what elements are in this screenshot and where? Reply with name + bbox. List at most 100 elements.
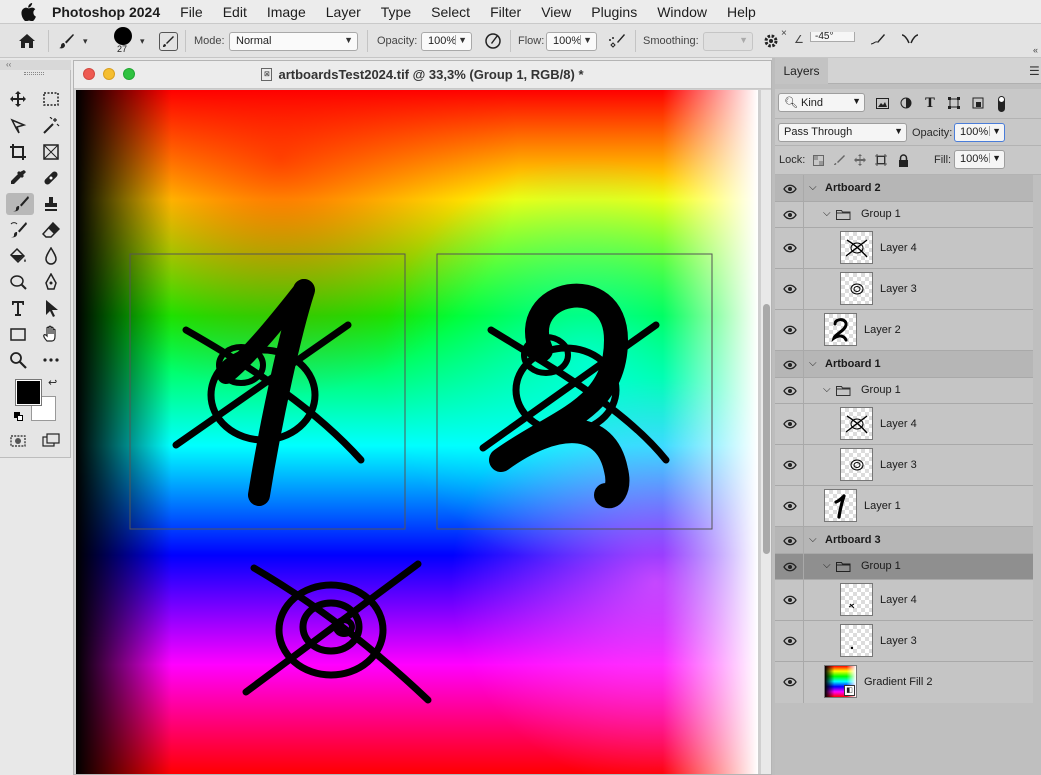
- brush-tool[interactable]: [6, 193, 34, 215]
- chevron-down-icon[interactable]: ▾: [83, 36, 88, 47]
- chevron-down-icon[interactable]: ⌵: [809, 358, 817, 369]
- visibility-eye-icon[interactable]: [783, 460, 797, 470]
- chevron-down-icon[interactable]: ⌵: [823, 208, 831, 219]
- rectangle-tool[interactable]: [6, 323, 30, 345]
- filter-type-icon[interactable]: T: [922, 95, 938, 111]
- panel-menu-icon[interactable]: ☰: [1029, 64, 1040, 78]
- layer-opacity-input[interactable]: 100% ▼: [954, 123, 1005, 142]
- symmetry-icon[interactable]: [900, 31, 920, 51]
- chevron-down-icon[interactable]: ⌵: [809, 182, 817, 193]
- layer-row[interactable]: Layer 3: [775, 445, 1033, 486]
- opacity-input[interactable]: 100% ▼: [421, 32, 472, 51]
- lock-artboard-icon[interactable]: [873, 152, 889, 168]
- angle-input[interactable]: -45°: [810, 32, 855, 42]
- close-window-button[interactable]: [83, 68, 95, 80]
- menu-type[interactable]: Type: [371, 4, 421, 20]
- layer-row[interactable]: Layer 1: [775, 486, 1033, 527]
- filter-toggle-switch[interactable]: [998, 96, 1005, 112]
- layer-row[interactable]: Layer 4: [775, 404, 1033, 445]
- gear-icon[interactable]: [761, 31, 781, 51]
- visibility-eye-icon[interactable]: [783, 595, 797, 605]
- chevron-down-icon[interactable]: ⌵: [823, 560, 831, 571]
- close-icon[interactable]: ×: [781, 28, 787, 39]
- menu-window[interactable]: Window: [647, 4, 717, 20]
- foreground-color-swatch[interactable]: [15, 379, 42, 406]
- filter-adjustment-icon[interactable]: [898, 95, 914, 111]
- app-name[interactable]: Photoshop 2024: [52, 4, 160, 20]
- dodge-tool[interactable]: [6, 271, 30, 293]
- filter-kind-select[interactable]: 🔍︎ Kind ▼: [778, 93, 865, 112]
- menu-select[interactable]: Select: [421, 4, 480, 20]
- lock-all-icon[interactable]: [895, 152, 911, 168]
- minimize-window-button[interactable]: [103, 68, 115, 80]
- eraser-tool[interactable]: [39, 219, 63, 241]
- double-chevron-icon[interactable]: «: [1033, 45, 1038, 55]
- layer-row[interactable]: Layer 4: [775, 228, 1033, 269]
- layer-row[interactable]: Layer 2: [775, 310, 1033, 351]
- layers-scrollbar[interactable]: [1033, 175, 1041, 775]
- brush-tip-icon[interactable]: [114, 27, 132, 45]
- zoom-window-button[interactable]: [123, 68, 135, 80]
- pressure-size-icon[interactable]: [868, 31, 888, 51]
- stamp-tool[interactable]: [39, 193, 63, 215]
- default-colors-icon[interactable]: [14, 412, 23, 421]
- blend-mode-select[interactable]: Pass Through ▼: [778, 123, 907, 142]
- lasso-tool[interactable]: [6, 115, 30, 137]
- scrollbar-thumb[interactable]: [763, 304, 770, 554]
- canvas[interactable]: [76, 90, 758, 774]
- history-brush-tool[interactable]: [6, 219, 30, 241]
- vertical-scrollbar[interactable]: [760, 90, 771, 774]
- swap-colors-icon[interactable]: ↩: [48, 376, 57, 389]
- tab-layers[interactable]: Layers: [775, 58, 828, 84]
- layer-row-artboard-1[interactable]: ⌵ Artboard 1: [775, 351, 1033, 378]
- chevron-down-icon[interactable]: ⌵: [809, 534, 817, 545]
- document-title-bar[interactable]: ⊠ artboardsTest2024.tif @ 33,3% (Group 1…: [74, 61, 771, 89]
- drag-handle[interactable]: [24, 72, 44, 75]
- pressure-opacity-icon[interactable]: [483, 31, 503, 51]
- filter-smart-object-icon[interactable]: [970, 95, 986, 111]
- lock-transparent-icon[interactable]: [810, 152, 826, 168]
- layer-row-gradient-fill[interactable]: ◧ Gradient Fill 2: [775, 662, 1033, 703]
- smoothing-input[interactable]: ▼: [703, 32, 753, 51]
- visibility-eye-icon[interactable]: [783, 419, 797, 429]
- visibility-eye-icon[interactable]: [783, 325, 797, 335]
- spot-healing-tool[interactable]: [39, 167, 63, 189]
- apple-icon[interactable]: [20, 2, 38, 21]
- chevron-down-icon[interactable]: ▾: [140, 36, 145, 47]
- menu-layer[interactable]: Layer: [316, 4, 371, 20]
- flow-input[interactable]: 100% ▼: [546, 32, 597, 51]
- menu-image[interactable]: Image: [257, 4, 316, 20]
- panel-collapse-icon[interactable]: ‹‹: [0, 60, 71, 70]
- hand-tool[interactable]: [39, 323, 63, 345]
- menu-view[interactable]: View: [531, 4, 581, 20]
- menu-plugins[interactable]: Plugins: [581, 4, 647, 20]
- blur-tool[interactable]: [39, 245, 63, 267]
- layer-row-group-selected[interactable]: ⌵ Group 1: [775, 554, 1033, 580]
- menu-filter[interactable]: Filter: [480, 4, 531, 20]
- screen-mode-icon[interactable]: [39, 430, 63, 452]
- layer-row[interactable]: Layer 3: [775, 621, 1033, 662]
- layer-row-group[interactable]: ⌵ Group 1: [775, 378, 1033, 404]
- menu-help[interactable]: Help: [717, 4, 766, 20]
- visibility-eye-icon[interactable]: [783, 536, 797, 546]
- magic-wand-tool[interactable]: [39, 115, 63, 137]
- layer-row-artboard-3[interactable]: ⌵ Artboard 3: [775, 527, 1033, 554]
- marquee-tool[interactable]: [39, 88, 63, 110]
- path-selection-tool[interactable]: [39, 297, 63, 319]
- visibility-eye-icon[interactable]: [783, 360, 797, 370]
- visibility-eye-icon[interactable]: [783, 210, 797, 220]
- visibility-eye-icon[interactable]: [783, 386, 797, 396]
- more-tools-icon[interactable]: [39, 349, 63, 371]
- move-tool[interactable]: [6, 88, 30, 110]
- visibility-eye-icon[interactable]: [783, 636, 797, 646]
- menu-file[interactable]: File: [170, 4, 213, 20]
- type-tool[interactable]: [6, 297, 30, 319]
- frame-tool[interactable]: [39, 141, 63, 163]
- layer-row-artboard-2[interactable]: ⌵ Artboard 2: [775, 175, 1033, 202]
- home-icon[interactable]: [17, 31, 37, 51]
- layer-row[interactable]: Layer 4: [775, 580, 1033, 621]
- quick-mask-icon[interactable]: [6, 430, 30, 452]
- visibility-eye-icon[interactable]: [783, 562, 797, 572]
- visibility-eye-icon[interactable]: [783, 501, 797, 511]
- filter-pixel-icon[interactable]: [874, 95, 890, 111]
